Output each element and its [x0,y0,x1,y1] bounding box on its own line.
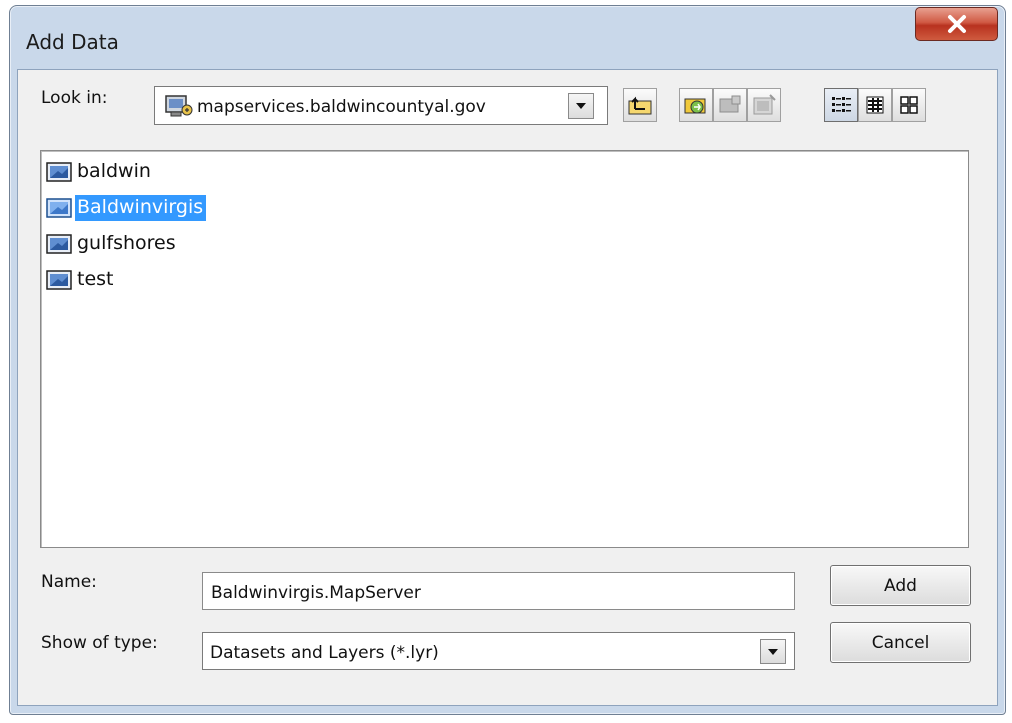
map-service-icon [46,234,72,254]
list-item-baldwin[interactable]: baldwin [46,157,154,187]
look-in-label: Look in: [41,88,108,108]
add-data-dialog: Add Data Look in: mapservices.baldwincou… [9,5,1006,715]
list-view-icon [832,97,851,112]
server-connection-icon [165,95,193,117]
list-item-label: Baldwinvirgis [75,195,207,221]
up-one-level-button[interactable] [623,88,657,122]
new-item-button[interactable] [747,88,781,122]
chevron-down-icon [768,648,778,655]
dialog-body: Look in: mapservices.baldwincountyal.gov [17,69,998,706]
thumbnails-view-button[interactable] [892,88,926,122]
connect-folder-icon [684,98,706,114]
name-input[interactable]: Baldwinvirgis.MapServer [202,572,795,610]
details-view-icon [866,96,884,114]
list-item-baldwinvirgis[interactable]: Baldwinvirgis [46,193,207,223]
up-folder-arrow-icon [628,96,652,115]
details-view-button[interactable] [858,88,892,122]
chevron-down-icon [576,103,586,109]
list-item-label: gulfshores [77,232,176,254]
file-list[interactable]: baldwin Baldwinvirgis gulfshores test [40,150,969,548]
look-in-value: mapservices.baldwincountyal.gov [197,97,486,117]
close-x-icon [947,15,966,33]
map-service-icon [46,270,72,290]
type-select[interactable]: Datasets and Layers (*.lyr) [202,632,795,670]
thumbnails-view-icon [900,96,918,114]
list-item-label: test [77,268,114,290]
new-item-icon [753,94,776,115]
look-in-dropdown-button[interactable] [568,93,594,119]
list-item-gulfshores[interactable]: gulfshores [46,229,179,259]
type-select-value: Datasets and Layers (*.lyr) [210,643,439,663]
name-label: Name: [41,572,97,592]
type-dropdown-button[interactable] [760,639,786,664]
name-input-value: Baldwinvirgis.MapServer [211,583,421,603]
list-view-button[interactable] [824,88,858,122]
list-item-test[interactable]: test [46,265,117,295]
add-button[interactable]: Add [830,565,971,606]
close-button[interactable] [915,7,998,41]
type-label: Show of type: [41,633,158,653]
connect-to-folder-button[interactable] [679,88,713,122]
map-service-icon [46,162,72,182]
disconnect-icon [719,95,741,113]
look-in-combo[interactable]: mapservices.baldwincountyal.gov [154,86,608,125]
disconnect-button[interactable] [713,88,747,122]
list-item-label: baldwin [77,160,151,182]
window-title: Add Data [26,30,119,54]
map-service-icon [46,198,72,218]
cancel-button[interactable]: Cancel [830,622,971,663]
